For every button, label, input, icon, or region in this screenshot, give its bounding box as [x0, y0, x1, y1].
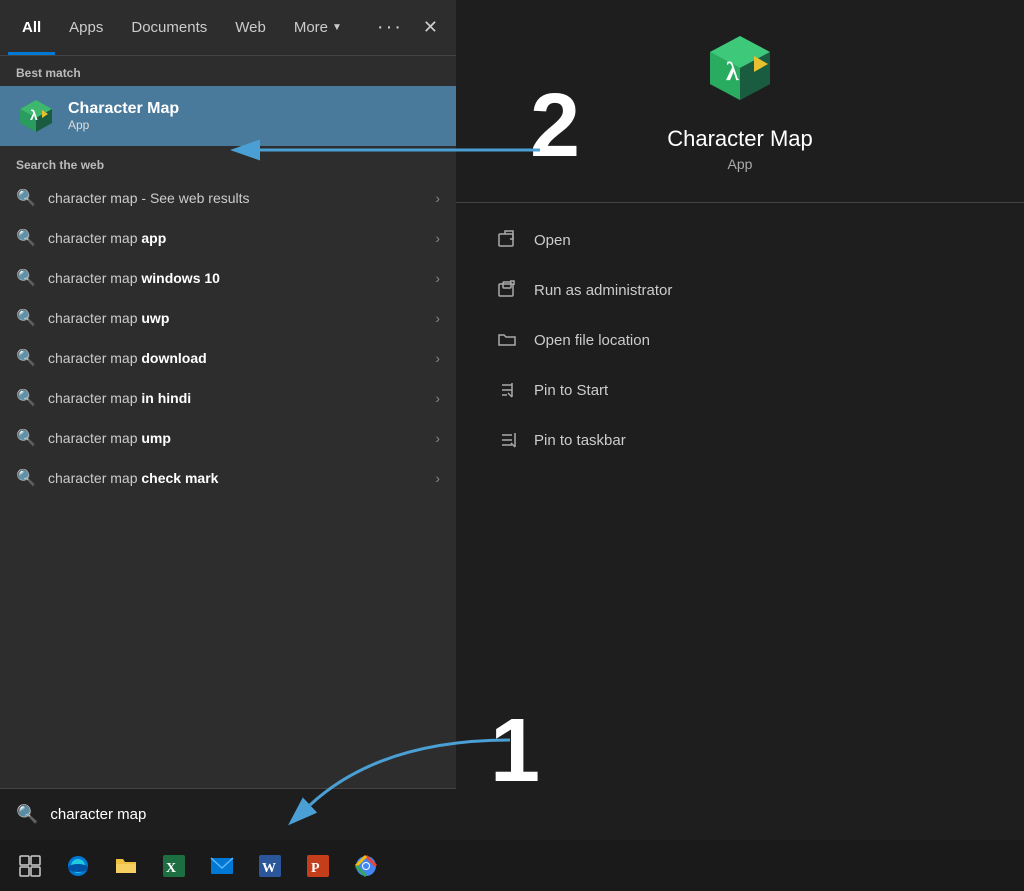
- task-view-icon[interactable]: [8, 844, 52, 888]
- svg-text:λ: λ: [726, 57, 739, 86]
- search-icon-8: 🔍: [16, 468, 36, 488]
- web-result-5[interactable]: 🔍 character map download ›: [0, 338, 456, 378]
- best-match-label: Best match: [0, 56, 456, 86]
- web-result-2[interactable]: 🔍 character map app ›: [0, 218, 456, 258]
- action-open-label: Open: [534, 232, 571, 249]
- app-actions: Open Run as administrator Open file loca…: [456, 203, 1024, 477]
- chevron-7: ›: [435, 430, 440, 446]
- search-icon-5: 🔍: [16, 348, 36, 368]
- web-result-6[interactable]: 🔍 character map in hindi ›: [0, 378, 456, 418]
- word-icon[interactable]: W: [248, 844, 292, 888]
- action-pin-taskbar-label: Pin to taskbar: [534, 432, 626, 449]
- svg-text:X: X: [166, 861, 176, 876]
- pin-taskbar-icon: [496, 429, 518, 451]
- search-icon-6: 🔍: [16, 388, 36, 408]
- action-admin-label: Run as administrator: [534, 282, 672, 299]
- app-icon-large: λ: [700, 30, 780, 110]
- best-match-type: App: [68, 118, 179, 132]
- admin-icon: [496, 279, 518, 301]
- result-text-6: character map in hindi: [48, 390, 423, 406]
- close-button[interactable]: ✕: [413, 13, 448, 42]
- action-pin-start[interactable]: Pin to Start: [456, 365, 1024, 415]
- search-panel: All Apps Documents Web More ▼ ··· ✕ Best…: [0, 0, 456, 840]
- tab-more[interactable]: More ▼: [280, 11, 356, 44]
- search-bar[interactable]: 🔍 character map: [0, 788, 456, 840]
- more-options-button[interactable]: ···: [367, 12, 413, 43]
- mail-icon[interactable]: [200, 844, 244, 888]
- action-file-location[interactable]: Open file location: [456, 315, 1024, 365]
- search-bar-input[interactable]: character map: [50, 806, 440, 823]
- result-text-3: character map windows 10: [48, 270, 423, 286]
- chevron-4: ›: [435, 310, 440, 326]
- web-result-3[interactable]: 🔍 character map windows 10 ›: [0, 258, 456, 298]
- result-text-8: character map check mark: [48, 470, 423, 486]
- result-text-7: character map ump: [48, 430, 423, 446]
- web-result-7[interactable]: 🔍 character map ump ›: [0, 418, 456, 458]
- chrome-icon[interactable]: [344, 844, 388, 888]
- excel-icon[interactable]: X: [152, 844, 196, 888]
- app-icon: λ: [16, 96, 56, 136]
- right-panel: λ Character Map App Open: [456, 0, 1024, 840]
- search-icon-3: 🔍: [16, 268, 36, 288]
- right-app-type: App: [728, 156, 753, 172]
- action-run-admin[interactable]: Run as administrator: [456, 265, 1024, 315]
- app-detail: λ Character Map App: [456, 0, 1024, 203]
- search-icon-4: 🔍: [16, 308, 36, 328]
- svg-text:W: W: [262, 861, 276, 876]
- chevron-2: ›: [435, 230, 440, 246]
- result-text-2: character map app: [48, 230, 423, 246]
- filter-tabs: All Apps Documents Web More ▼ ··· ✕: [0, 0, 456, 56]
- file-explorer-icon[interactable]: [104, 844, 148, 888]
- action-file-location-label: Open file location: [534, 332, 650, 349]
- best-match-name: Character Map: [68, 100, 179, 118]
- chevron-1: ›: [435, 190, 440, 206]
- best-match-item[interactable]: λ Character Map App: [0, 86, 456, 146]
- powerpoint-icon[interactable]: P: [296, 844, 340, 888]
- web-section-label: Search the web: [0, 146, 456, 178]
- chevron-3: ›: [435, 270, 440, 286]
- search-icon-7: 🔍: [16, 428, 36, 448]
- tab-all[interactable]: All: [8, 0, 55, 55]
- web-result-8[interactable]: 🔍 character map check mark ›: [0, 458, 456, 498]
- result-text-4: character map uwp: [48, 310, 423, 326]
- tab-web[interactable]: Web: [221, 0, 280, 55]
- more-dropdown-icon: ▼: [332, 22, 342, 33]
- web-result-4[interactable]: 🔍 character map uwp ›: [0, 298, 456, 338]
- action-pin-start-label: Pin to Start: [534, 382, 608, 399]
- svg-text:λ: λ: [30, 107, 38, 123]
- pin-start-icon: [496, 379, 518, 401]
- search-icon-2: 🔍: [16, 228, 36, 248]
- action-open[interactable]: Open: [456, 215, 1024, 265]
- chevron-6: ›: [435, 390, 440, 406]
- search-icon-1: 🔍: [16, 188, 36, 208]
- svg-text:P: P: [311, 861, 320, 876]
- result-text-5: character map download: [48, 350, 423, 366]
- tab-apps[interactable]: Apps: [55, 0, 117, 55]
- chevron-8: ›: [435, 470, 440, 486]
- taskbar: X W P: [0, 840, 1024, 891]
- tab-documents[interactable]: Documents: [117, 0, 221, 55]
- action-pin-taskbar[interactable]: Pin to taskbar: [456, 415, 1024, 465]
- right-app-name: Character Map: [667, 126, 813, 152]
- web-result-1[interactable]: 🔍 character map - See web results ›: [0, 178, 456, 218]
- search-bar-icon: 🔍: [16, 804, 38, 825]
- chevron-5: ›: [435, 350, 440, 366]
- edge-icon[interactable]: [56, 844, 100, 888]
- folder-icon: [496, 329, 518, 351]
- result-text-1: character map - See web results: [48, 190, 423, 206]
- open-icon: [496, 229, 518, 251]
